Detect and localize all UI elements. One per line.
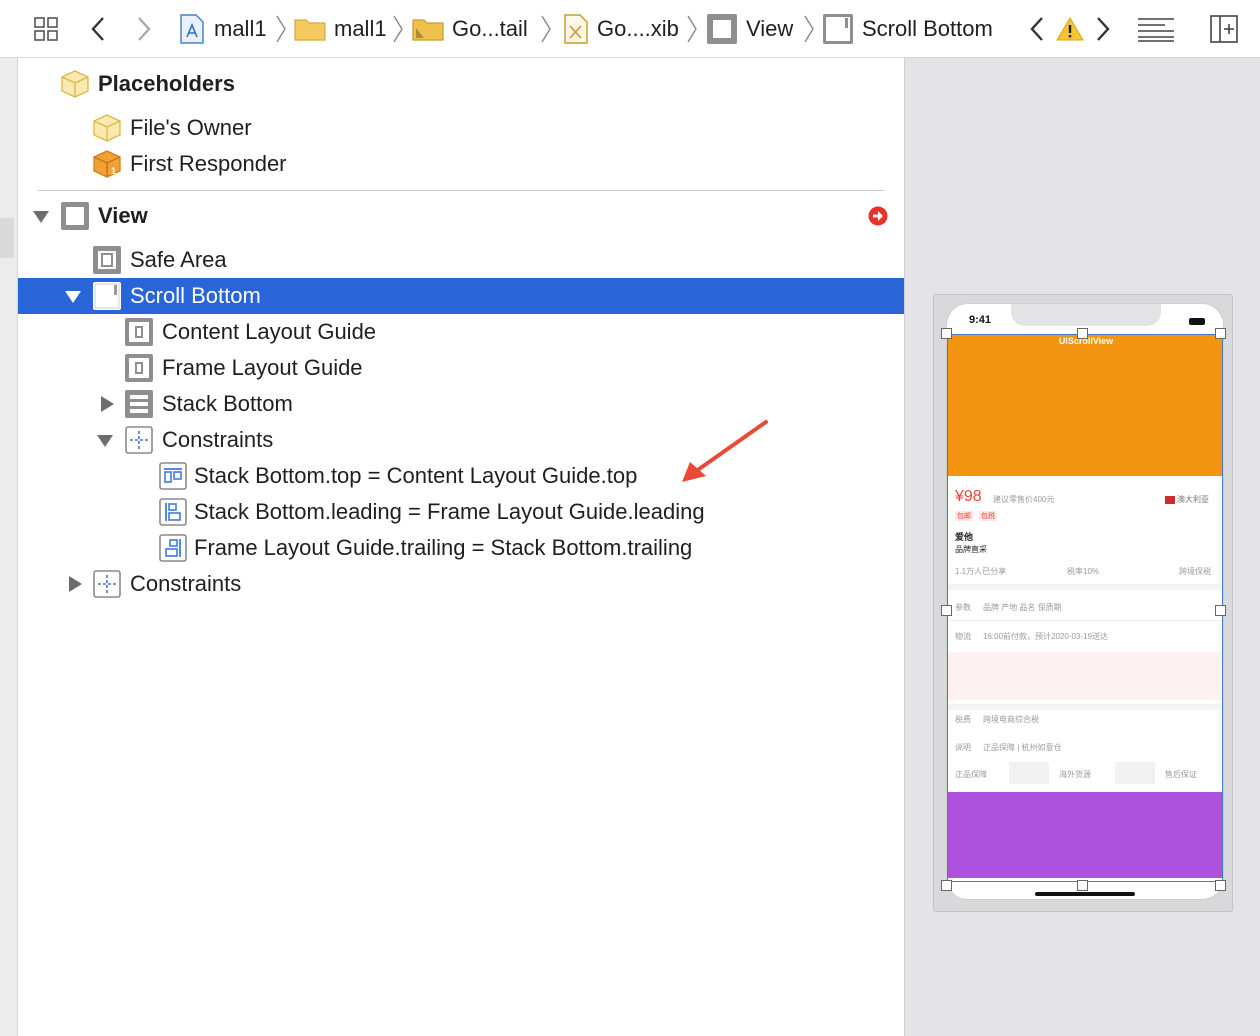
folder-icon [412,16,444,42]
warning-icon[interactable] [1054,14,1086,44]
outline-content-layout-guide[interactable]: Content Layout Guide [18,314,904,350]
resize-handle[interactable] [1077,880,1088,891]
disclosure-collapsed-icon[interactable] [98,395,116,413]
constraints-icon [92,569,122,599]
breadcrumb-separator-icon [276,15,286,43]
view-icon [60,201,90,231]
battery-icon [1189,318,1205,325]
outline-view-constraints[interactable]: Constraints [18,566,904,602]
editor-options-lines-icon[interactable] [1136,14,1176,44]
outline-frame-layout-guide[interactable]: Frame Layout Guide [18,350,904,386]
status-time: 9:41 [969,314,992,326]
breadcrumb-group-mall1[interactable]: mall1 [294,12,387,46]
first-responder-cube-icon: 1 [92,149,122,179]
outline-stack-bottom[interactable]: Stack Bottom [18,386,904,422]
scroll-view-selection-outline [947,334,1223,882]
constraint-trailing-icon [158,533,188,563]
previous-issue-chevron-icon[interactable] [1026,14,1048,44]
files-owner-cube-icon [92,113,122,143]
breadcrumb-separator-icon [687,15,697,43]
resize-handle[interactable] [1215,328,1226,339]
breadcrumb-project[interactable]: mall1 [178,12,267,46]
scroll-view-icon [92,281,122,311]
scroll-view-icon [822,13,854,45]
outline-view[interactable]: View [18,198,904,234]
layout-guide-icon [124,317,154,347]
jump-bar: mall1 mall1 Go...tail Go....xib View Scr… [0,0,1260,58]
svg-text:1: 1 [111,166,116,176]
disclosure-expanded-icon[interactable] [64,287,82,305]
back-chevron-icon[interactable] [86,14,110,44]
folder-icon [294,16,326,42]
resize-handle[interactable] [1215,605,1226,616]
scene-container[interactable]: 9:41 UIScrollView ¥98 建议零售价400元 澳大利亚 包邮 … [933,294,1233,912]
outline-first-responder[interactable]: 1 First Responder [18,146,904,182]
resize-handle[interactable] [1077,328,1088,339]
view-icon [706,13,738,45]
disclosure-expanded-icon[interactable] [32,207,50,225]
resize-handle[interactable] [941,605,952,616]
forward-chevron-icon[interactable] [132,14,156,44]
home-indicator [1035,892,1135,896]
disclosure-expanded-icon[interactable] [96,431,114,449]
constraint-leading-icon [158,497,188,527]
resize-handle[interactable] [1215,880,1226,891]
placeholder-cube-icon [60,69,90,99]
annotation-arrow-icon [682,420,768,482]
outline-scroll-bottom[interactable]: Scroll Bottom [18,278,904,314]
breadcrumb-separator-icon [804,15,814,43]
breadcrumb-xib-file[interactable]: Go....xib [563,12,679,46]
device-notch [1011,304,1161,326]
document-outline: Placeholders File's Owner 1 First Respon… [18,58,904,1036]
outline-placeholders[interactable]: Placeholders [18,66,904,102]
outline-constraint-leading[interactable]: Stack Bottom.leading = Frame Layout Guid… [18,494,904,530]
related-items-grid-icon[interactable] [30,14,62,44]
left-gutter [0,58,18,1036]
outline-files-owner[interactable]: File's Owner [18,110,904,146]
breadcrumb-separator-icon [541,15,551,43]
interface-builder-canvas[interactable]: 9:41 UIScrollView ¥98 建议零售价400元 澳大利亚 包邮 … [904,58,1260,1036]
xib-file-icon [563,13,589,45]
breadcrumb-group-detail[interactable]: Go...tail [412,12,528,46]
add-editor-icon[interactable] [1208,14,1240,44]
layout-error-arrow-icon[interactable] [868,206,888,232]
breadcrumb-scroll-bottom[interactable]: Scroll Bottom [822,12,993,46]
project-file-icon [178,13,206,45]
breadcrumb-separator-icon [393,15,403,43]
outline-divider [38,190,884,191]
resize-handle[interactable] [941,328,952,339]
resize-handle[interactable] [941,880,952,891]
constraints-icon [124,425,154,455]
gutter-marker [0,218,14,258]
layout-guide-icon [124,353,154,383]
breadcrumb-view[interactable]: View [706,12,793,46]
device-preview[interactable]: 9:41 UIScrollView ¥98 建议零售价400元 澳大利亚 包邮 … [946,303,1224,900]
outline-constraint-trailing[interactable]: Frame Layout Guide.trailing = Stack Bott… [18,530,904,566]
constraint-top-icon [158,461,188,491]
safe-area-icon [92,245,122,275]
disclosure-collapsed-icon[interactable] [66,575,84,593]
outline-safe-area[interactable]: Safe Area [18,242,904,278]
next-issue-chevron-icon[interactable] [1092,14,1114,44]
stack-view-icon [124,389,154,419]
